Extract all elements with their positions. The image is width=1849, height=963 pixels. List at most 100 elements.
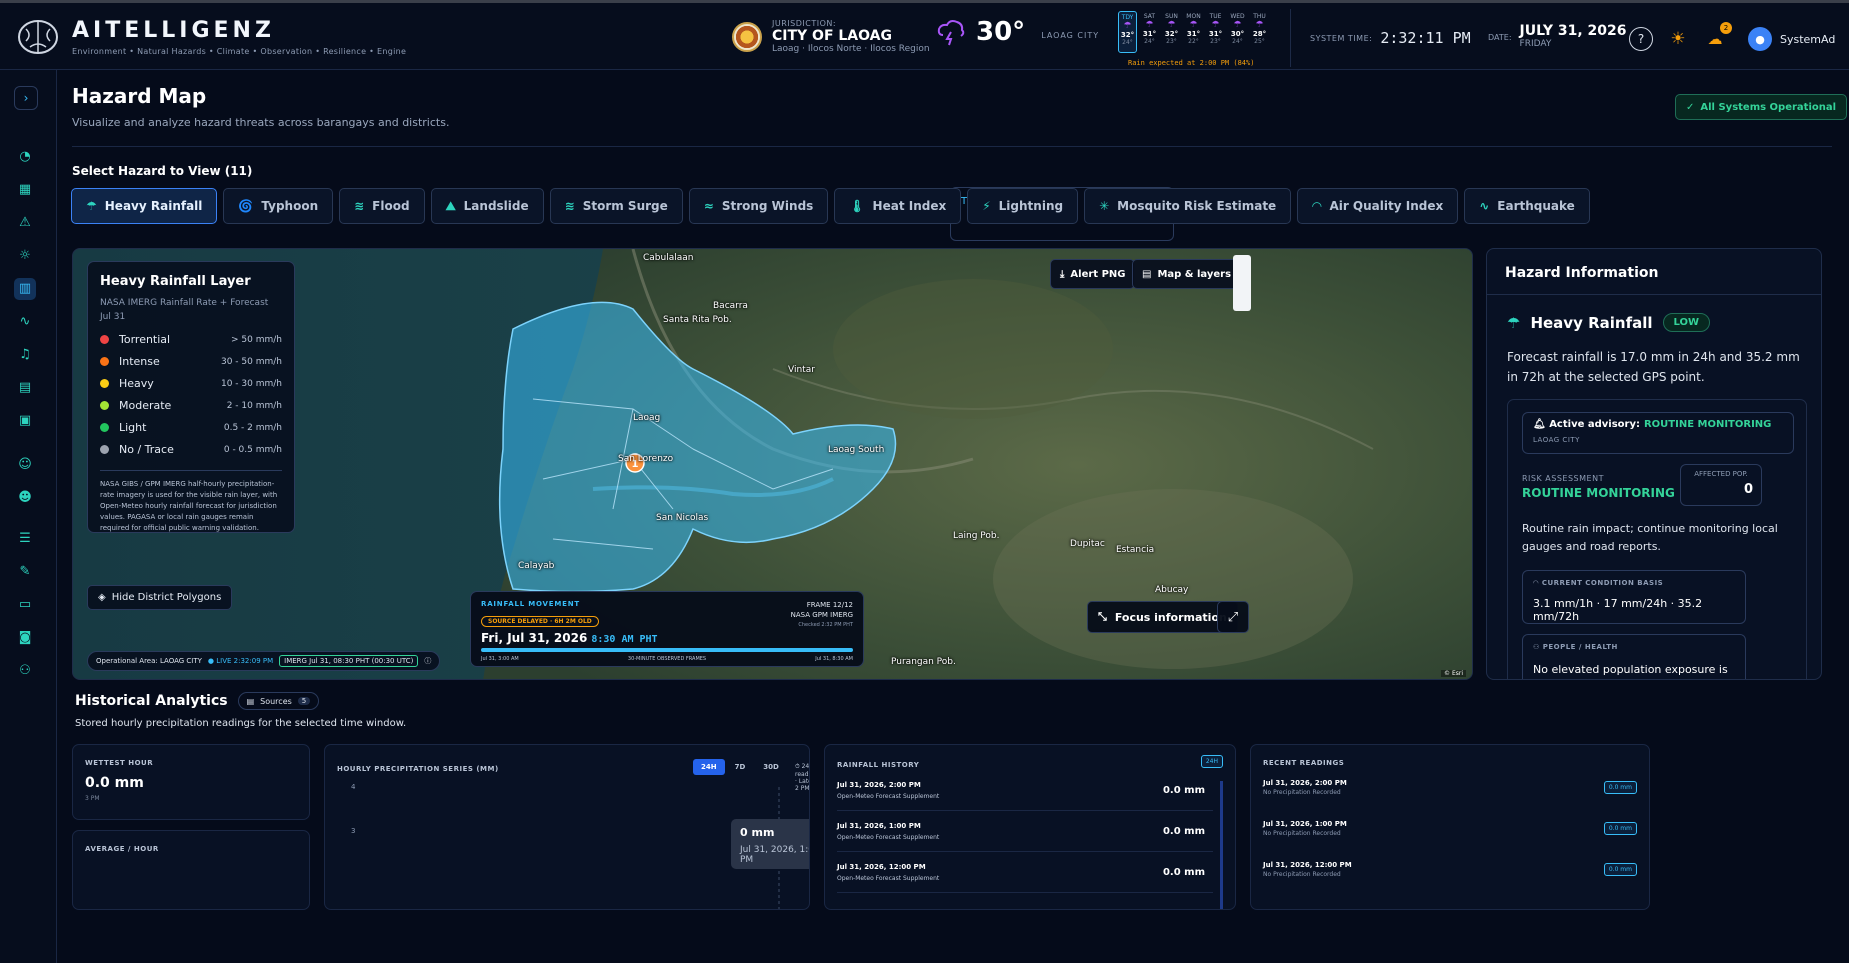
frame-timeline-slider[interactable]	[481, 648, 853, 652]
frame-count: FRAME 12/12	[806, 601, 853, 609]
history-row[interactable]: Jul 31, 2026, 12:00 PM Open-Meteo Forecas…	[837, 857, 1213, 893]
history-date: Jul 31, 2026, 2:00 PM	[837, 781, 921, 789]
legend-date: Jul 31	[100, 312, 126, 322]
inbox-icon[interactable]: ▭	[14, 594, 36, 616]
current-weather[interactable]: 30° Thunderstorm LAOAG CITY	[936, 17, 1174, 241]
package-icon[interactable]: ▣	[14, 410, 36, 432]
history-value: 0.0 mm	[1162, 785, 1205, 796]
forecast-day-1[interactable]: SAT ☂ 31° 24°	[1140, 11, 1159, 53]
reading-value: 0.0 mm	[1603, 863, 1637, 876]
hazard-label: Strong Winds	[721, 199, 814, 213]
cloud-rain-icon[interactable]: ☁ 2	[1703, 22, 1732, 51]
wettest-label: WETTEST HOUR	[85, 759, 154, 767]
y-tick-label: 4	[351, 783, 356, 791]
live-time: LIVE 2:32:09 PM	[216, 657, 274, 665]
forecast-low: 24°	[1144, 38, 1155, 45]
forecast-day-2[interactable]: SUN ☂ 32° 23°	[1162, 11, 1181, 53]
tab-heavy-rainfall[interactable]: ☂ Heavy Rainfall	[71, 188, 218, 224]
tab-lightning[interactable]: ⚡ Lightning	[967, 188, 1079, 224]
risk-assessment-label: RISK ASSESSMENT	[1522, 474, 1604, 483]
live-indicator: ● LIVE 2:32:09 PM	[207, 657, 274, 665]
frame-date: Fri, Jul 31, 2026	[481, 631, 588, 645]
hide-district-polygons-button[interactable]: ◈ Hide District Polygons	[87, 585, 233, 610]
tab-flood[interactable]: ≋ Flood	[339, 188, 425, 224]
list-icon[interactable]: ☰	[14, 528, 36, 550]
jurisdiction[interactable]: JURISDICTION: CITY OF LAOAG Laoag · Iloc…	[732, 19, 930, 54]
tab-earthquake[interactable]: ∿ Earthquake	[1464, 188, 1590, 224]
tab-strong-winds[interactable]: ≈ Strong Winds	[688, 188, 829, 224]
tab-storm-surge[interactable]: ≋ Storm Surge	[549, 188, 683, 224]
storm-icon: ☂	[1145, 20, 1154, 30]
forecast-day-4[interactable]: TUE ☂ 31° 23°	[1206, 11, 1225, 53]
alert-png-label: Alert PNG	[1070, 268, 1126, 280]
activity-icon[interactable]: ∿	[14, 311, 36, 333]
info-icon[interactable]: ⓘ	[424, 656, 431, 666]
sources-count: 5	[297, 697, 311, 705]
user-icon[interactable]: ☺	[14, 454, 36, 476]
hazard-icon: ☂	[86, 199, 97, 213]
hazard-select-label: Select Hazard to View (11)	[72, 164, 253, 178]
forecast-day-name: MON	[1186, 13, 1201, 20]
user-menu[interactable]: ● SystemAd	[1748, 27, 1835, 51]
advisory-value: ROUTINE MONITORING	[1643, 419, 1772, 430]
system-status-badge[interactable]: ✓ All Systems Operational	[1675, 94, 1848, 120]
forecast-day-3[interactable]: MON ☂ 31° 22°	[1184, 11, 1203, 53]
storm-icon: ☂	[1211, 20, 1220, 30]
user-check-icon[interactable]: ☻	[14, 487, 36, 509]
forecast-day-6[interactable]: THU ☂ 28° 25°	[1250, 11, 1269, 53]
tab-landslide[interactable]: ⛰ Landslide	[430, 188, 544, 224]
rainfall-legend: Heavy Rainfall Layer NASA IMERG Rainfall…	[87, 261, 295, 533]
temperature: 30°	[976, 17, 1026, 47]
map-zoom-control[interactable]	[1233, 255, 1251, 311]
bot-icon[interactable]: ◙	[14, 627, 36, 649]
alert-icon[interactable]: ⚠	[14, 212, 36, 234]
users-icon[interactable]: ⚇	[14, 660, 36, 682]
scrollbar[interactable]	[1220, 781, 1223, 909]
radar-icon[interactable]: ◔	[14, 146, 36, 168]
map-layers-label: Map & layers	[1157, 268, 1232, 280]
hazard-label: Mosquito Risk Estimate	[1117, 199, 1277, 213]
forecast-low: 22°	[1188, 38, 1199, 45]
sun-icon[interactable]: ☀	[1666, 27, 1690, 51]
reading-row[interactable]: Jul 31, 2026, 2:00 PM No Precipitation Re…	[1263, 775, 1637, 809]
source-delayed-badge: SOURCE DELAYED · 6H 2M OLD	[481, 616, 599, 627]
hazard-map[interactable]: 1 Cabulalaan Bacarra Santa Rita Pob. Vintar…	[72, 248, 1473, 680]
legend-range: > 50 mm/h	[231, 334, 282, 345]
reading-row[interactable]: Jul 31, 2026, 12:00 PM No Precipitation R…	[1263, 857, 1637, 891]
forecast-high: 32°	[1120, 31, 1135, 39]
focus-information-button[interactable]: ⤡ Focus information	[1087, 601, 1238, 633]
date: DATE: JULY 31, 2026 FRIDAY	[1488, 23, 1626, 49]
tab-mosquito-risk-estimate[interactable]: ✳ Mosquito Risk Estimate	[1084, 188, 1292, 224]
checklist-icon[interactable]: ✎	[14, 561, 36, 583]
tab-heat-index[interactable]: 🌡 Heat Index	[834, 188, 962, 224]
legend-items: Torrential > 50 mm/h Intense 30 - 50 mm/h He…	[100, 333, 282, 456]
sidebar-toggle-button[interactable]: ›	[14, 86, 38, 110]
map-layers-button[interactable]: ▤ Map & layers	[1132, 259, 1242, 289]
clipboard-icon[interactable]: ▤	[14, 377, 36, 399]
legend-range: 2 - 10 mm/h	[226, 400, 282, 411]
history-range-chip[interactable]: 24H	[1200, 755, 1223, 768]
history-row[interactable]: Jul 31, 2026, 2:00 PM Open-Meteo Forecast…	[837, 775, 1213, 811]
forecast-day-5[interactable]: WED ☂ 30° 24°	[1228, 11, 1247, 53]
dashboard-icon[interactable]: ▦	[14, 179, 36, 201]
reading-row[interactable]: Jul 31, 2026, 1:00 PM No Precipitation Re…	[1263, 816, 1637, 850]
map-icon[interactable]: ▥	[14, 278, 36, 300]
help-icon[interactable]: ?	[1629, 27, 1653, 51]
tab-typhoon[interactable]: 🌀 Typhoon	[223, 188, 334, 224]
history-row[interactable]: Jul 31, 2026, 1:00 PM Open-Meteo Forecast…	[837, 816, 1213, 852]
legend-swatch	[100, 401, 109, 410]
bell-icon[interactable]: ♫	[14, 344, 36, 366]
fullscreen-button[interactable]: ⤢	[1217, 601, 1249, 633]
timeline-end: Jul 31, 8:30 AM	[815, 656, 853, 662]
users-icon: ⚇	[1533, 643, 1540, 651]
frame-datetime: Fri, Jul 31, 2026 8:30 AM PHT	[481, 631, 853, 645]
y-tick-label: 3	[351, 827, 355, 835]
forecast-strip: TDY ☂ 32° 24° SAT ☂ 31° 24° SUN ☂ 32° 23° MON ☂ 31° 22°…	[1118, 11, 1269, 53]
sources-button[interactable]: ▤ Sources 5	[237, 692, 320, 710]
tab-air-quality-index[interactable]: ◠ Air Quality Index	[1297, 188, 1459, 224]
forecast-day-0[interactable]: TDY ☂ 32° 24°	[1118, 11, 1137, 53]
alert-png-button[interactable]: ⤓ Alert PNG	[1050, 259, 1136, 289]
hazard-label: Lightning	[998, 199, 1064, 213]
weather-icon[interactable]: ☼	[14, 245, 36, 267]
brand[interactable]: AITELLIGENZ Environment • Natural Hazard…	[16, 17, 406, 57]
